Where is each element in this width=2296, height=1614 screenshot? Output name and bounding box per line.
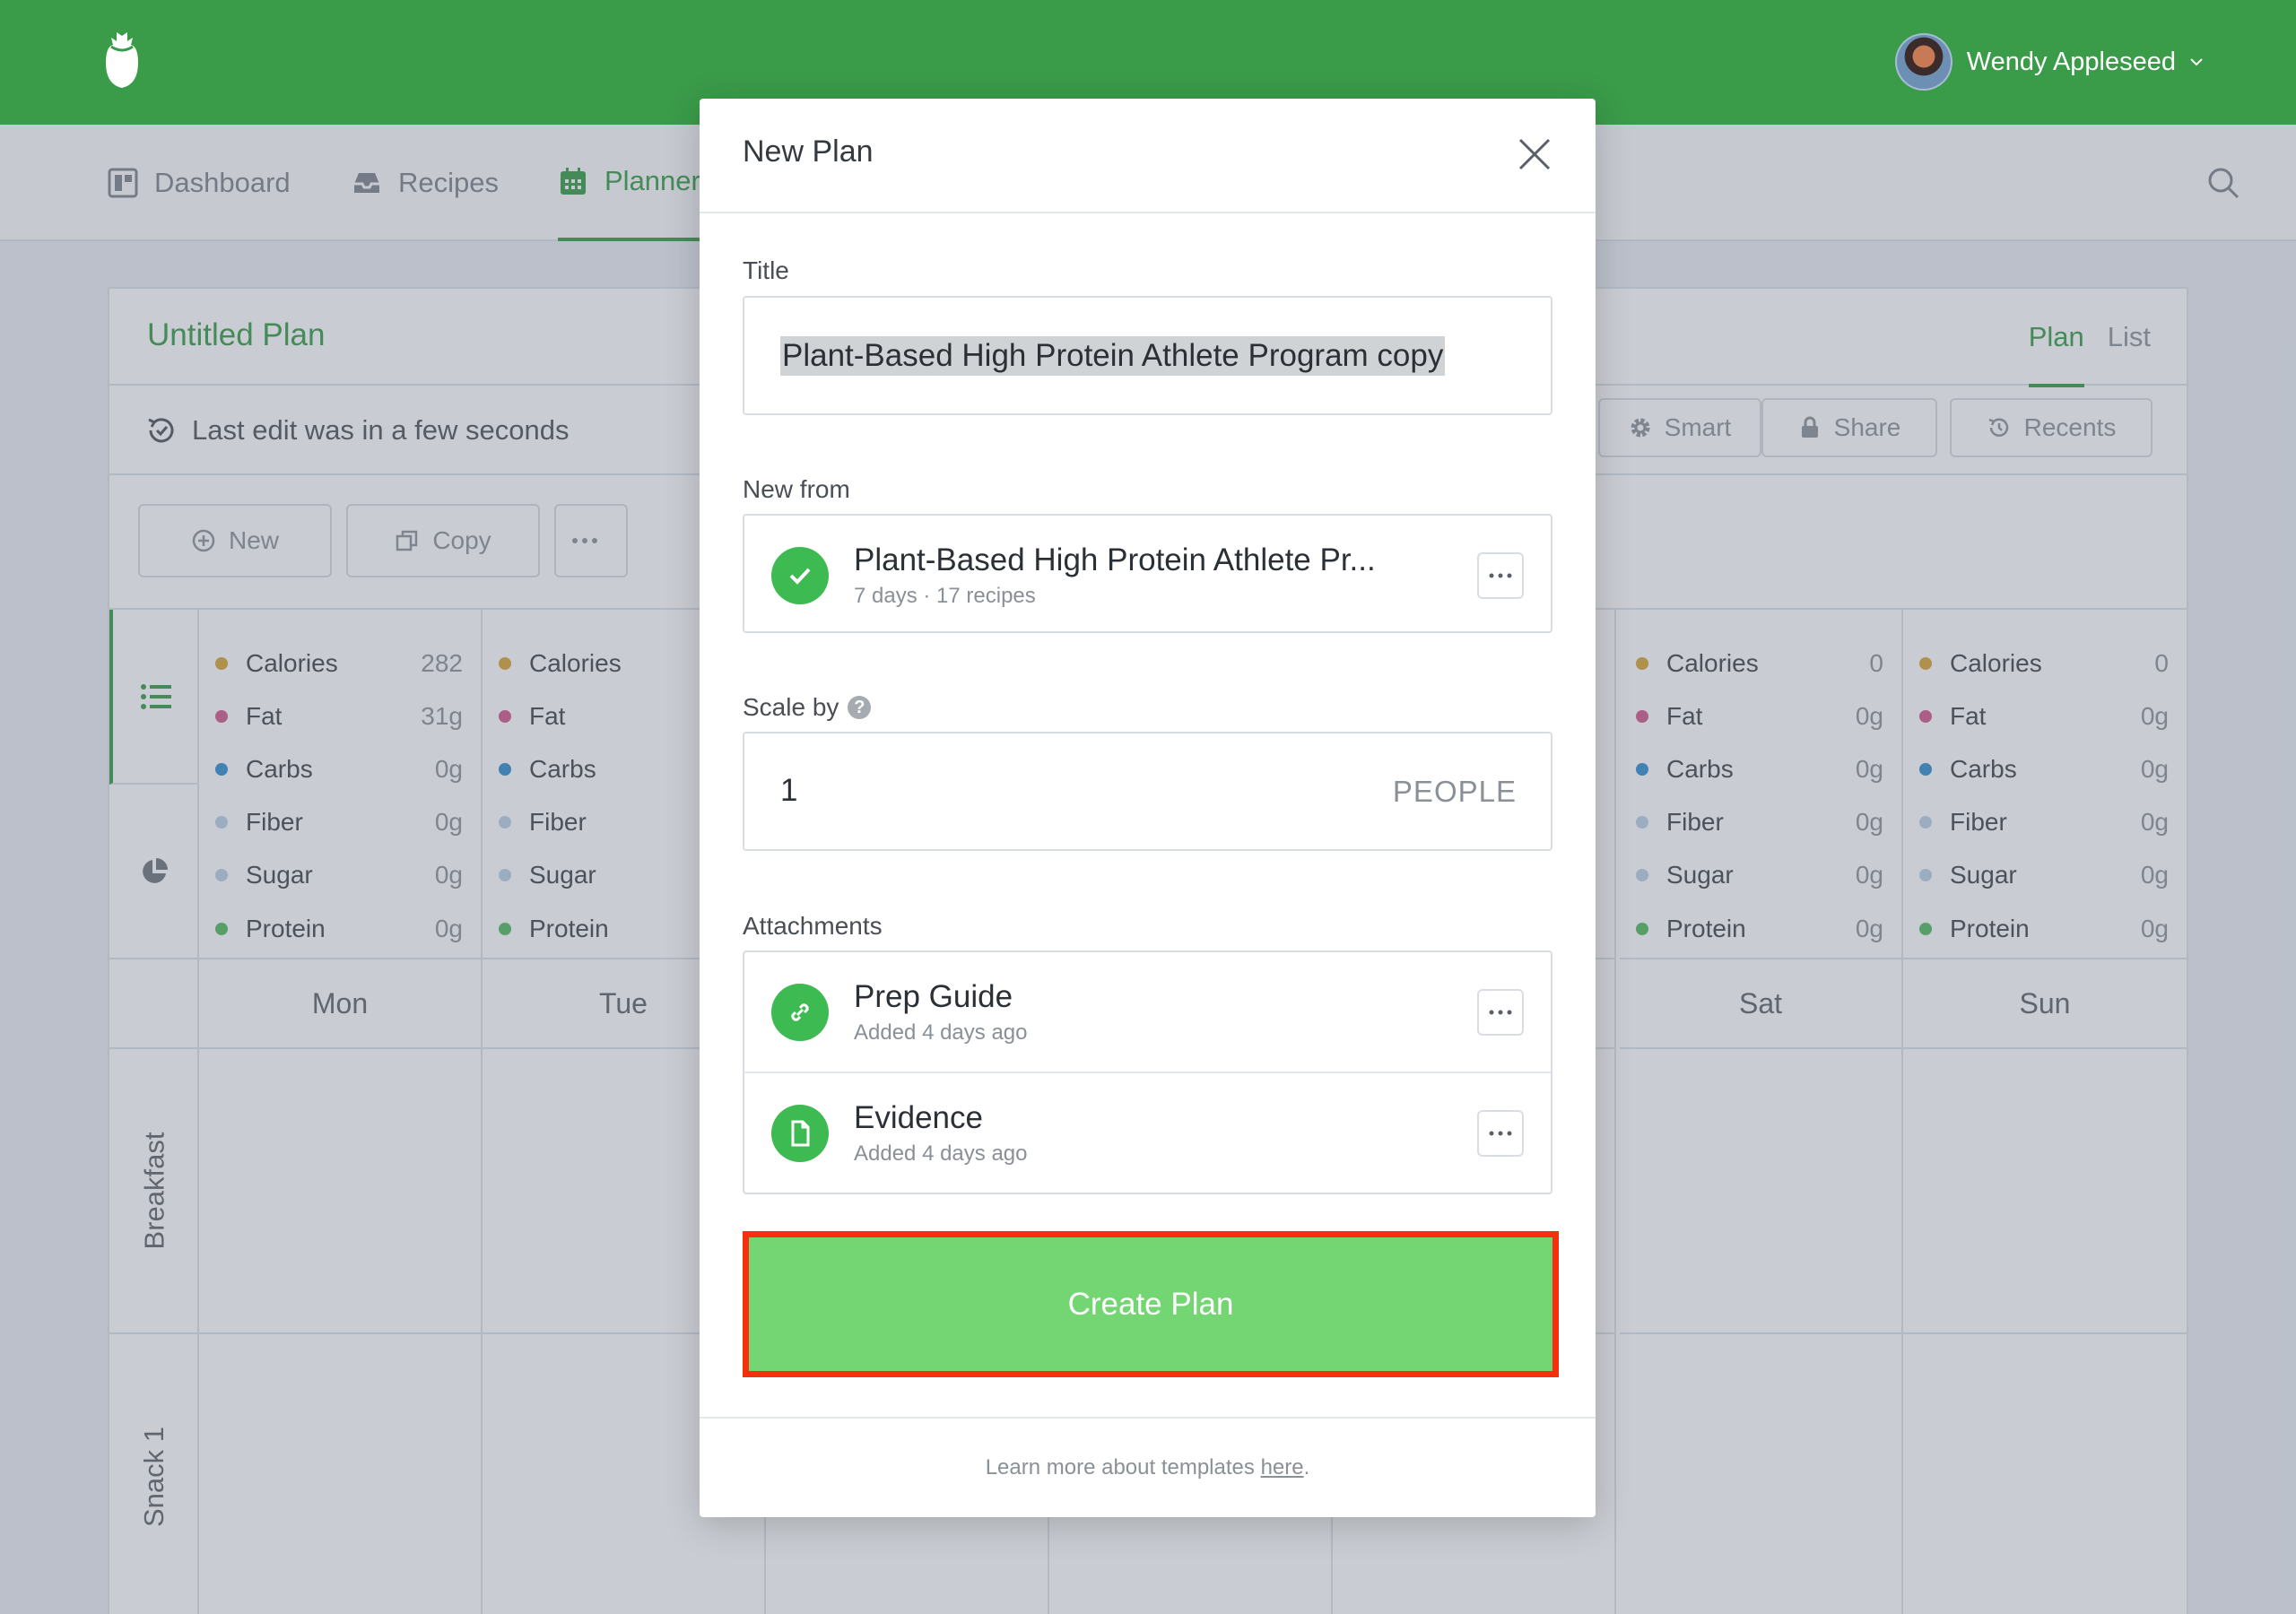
scale-label: Scale by — [743, 693, 839, 721]
user-menu[interactable]: Wendy Appleseed — [1894, 32, 2205, 91]
templates-help-link[interactable]: here — [1261, 1455, 1304, 1480]
attachment-title: Evidence — [854, 1099, 983, 1135]
attachment-text: Evidence Added 4 days ago — [854, 1100, 1477, 1167]
scale-value: 1 — [780, 773, 798, 808]
title-label: Title — [743, 256, 789, 284]
attachment-meta: Added 4 days ago — [854, 1020, 1028, 1045]
help-icon[interactable]: ? — [848, 696, 872, 719]
close-icon[interactable] — [1515, 134, 1554, 174]
new-from-label: New from — [743, 475, 850, 503]
new-plan-modal: New Plan Title Plant-Based High Protein … — [700, 99, 1596, 1517]
scale-input[interactable]: 1 PEOPLE — [743, 732, 1552, 851]
app-logo-icon[interactable] — [104, 32, 140, 90]
ellipsis-icon — [1489, 1131, 1512, 1135]
title-input-value: Plant-Based High Protein Athlete Program… — [780, 335, 1446, 376]
avatar — [1894, 33, 1952, 91]
attachment-meta: Added 4 days ago — [854, 1141, 1028, 1166]
attachments-list: Prep Guide Added 4 days ago Evidence Add… — [743, 950, 1552, 1194]
modal-footer: Learn more about templates here. — [700, 1417, 1596, 1517]
source-plan-meta: 7 days · 17 recipes — [854, 583, 1036, 608]
ellipsis-icon — [1489, 573, 1512, 577]
attachment-item[interactable]: Prep Guide Added 4 days ago — [744, 952, 1551, 1072]
attachment-more-button[interactable] — [1477, 988, 1524, 1036]
scale-label-row: Scale by ? — [743, 693, 872, 722]
footer-end: . — [1303, 1455, 1310, 1480]
modal-header: New Plan — [700, 99, 1596, 213]
chevron-down-icon — [2190, 58, 2203, 66]
title-input[interactable]: Plant-Based High Protein Athlete Program… — [743, 296, 1552, 415]
attachment-title: Prep Guide — [854, 978, 1013, 1014]
source-plan-text: Plant-Based High Protein Athlete Pr... 7… — [854, 542, 1477, 609]
source-plan-card[interactable]: Plant-Based High Protein Athlete Pr... 7… — [743, 514, 1552, 633]
attachment-more-button[interactable] — [1477, 1109, 1524, 1157]
modal-title: New Plan — [743, 134, 874, 169]
create-plan-highlight: Create Plan — [743, 1231, 1559, 1377]
user-name: Wendy Appleseed — [1966, 47, 2176, 76]
attachment-item[interactable]: Evidence Added 4 days ago — [744, 1073, 1551, 1193]
create-plan-button[interactable]: Create Plan — [749, 1237, 1552, 1371]
scale-unit: PEOPLE — [1392, 775, 1517, 808]
link-icon — [771, 983, 829, 1041]
ellipsis-icon — [1489, 1010, 1512, 1014]
document-icon — [771, 1104, 829, 1162]
footer-text: Learn more about templates — [985, 1455, 1255, 1480]
source-plan-title: Plant-Based High Protein Athlete Pr... — [854, 542, 1376, 577]
attachment-text: Prep Guide Added 4 days ago — [854, 979, 1477, 1046]
attachments-label: Attachments — [743, 912, 883, 940]
check-circle-icon — [771, 546, 829, 604]
source-plan-row: Plant-Based High Protein Athlete Pr... 7… — [744, 516, 1551, 635]
source-more-button[interactable] — [1477, 551, 1524, 599]
